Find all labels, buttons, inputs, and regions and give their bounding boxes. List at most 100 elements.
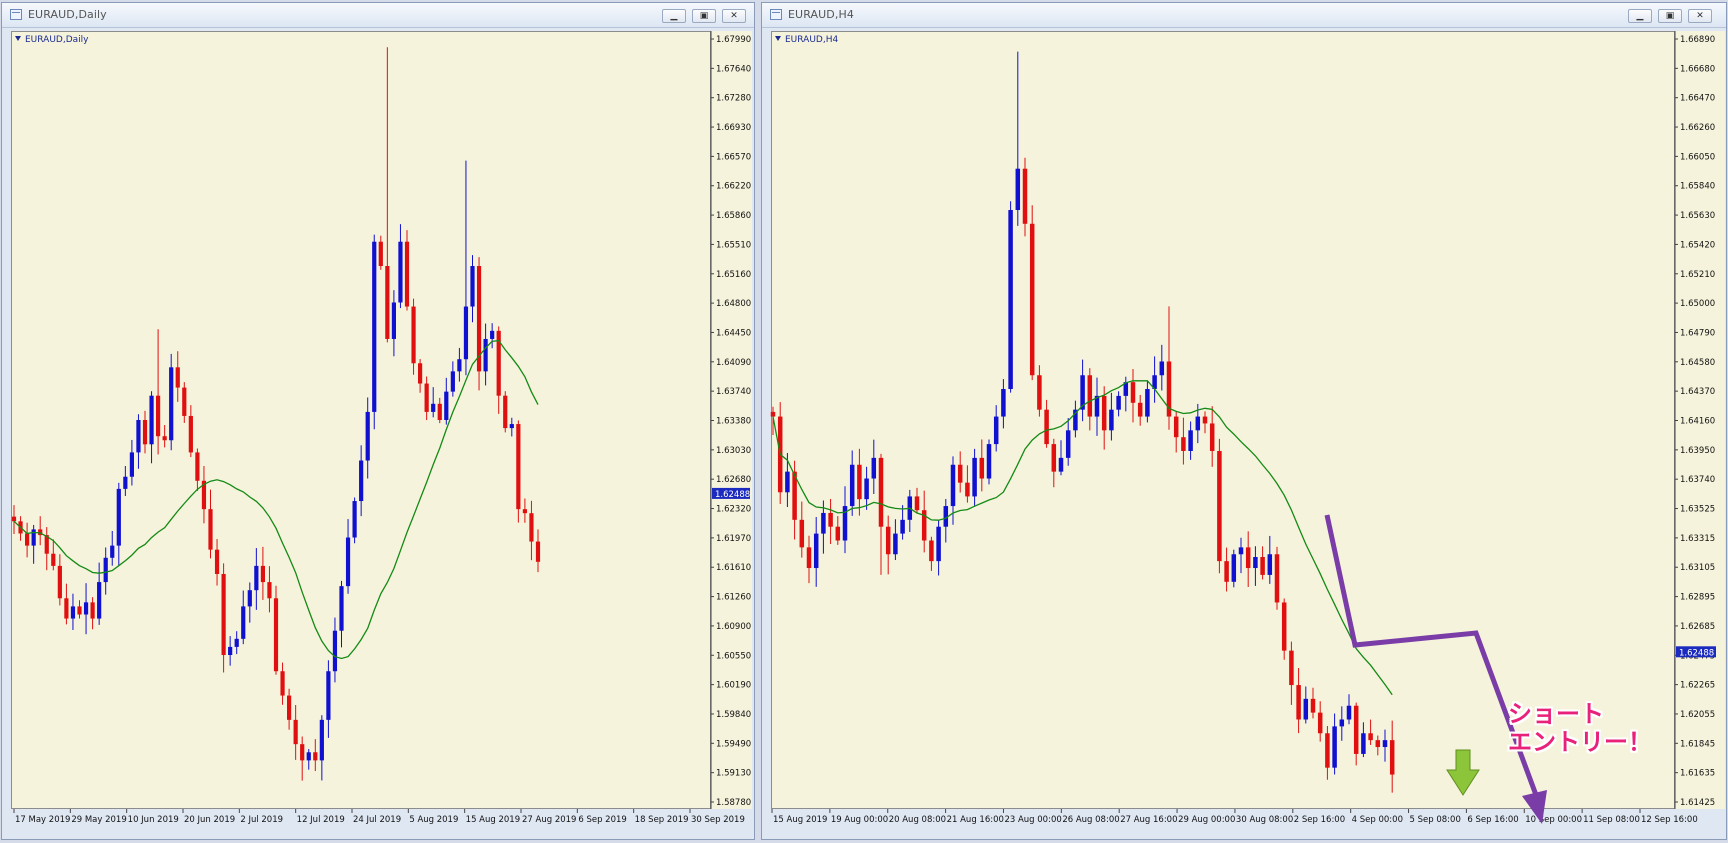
- y-tick-label: 1.62320: [716, 505, 751, 515]
- bull-candle-body: [1065, 430, 1071, 458]
- bear-candle-body: [300, 744, 305, 761]
- bull-candle-body: [1231, 554, 1237, 582]
- y-tick-label: 1.67280: [716, 94, 751, 104]
- bear-candle-body: [77, 606, 82, 615]
- bull-candle-body: [1332, 726, 1337, 768]
- bull-candle-body: [813, 533, 819, 569]
- bear-candle-body: [1245, 547, 1251, 569]
- bear-candle-body: [1022, 168, 1028, 224]
- bear-candle-body: [195, 452, 200, 481]
- bear-candle-body: [385, 266, 390, 339]
- y-tick-label: 1.60190: [716, 681, 751, 691]
- bear-candle-body: [188, 415, 193, 453]
- bear-candle-body: [221, 573, 226, 656]
- bear-candle-body: [1217, 450, 1222, 562]
- y-tick-label: 1.65630: [1680, 211, 1715, 221]
- bear-candle-body: [1209, 423, 1215, 451]
- x-tick-label: 20 Aug 08:00: [889, 815, 946, 825]
- y-tick-label: 1.61970: [716, 534, 751, 544]
- x-tick-label: 17 May 2019: [15, 815, 70, 825]
- x-tick-label: 11 Sep 08:00: [1583, 815, 1640, 825]
- bear-candle-body: [1375, 740, 1381, 748]
- bull-candle-body: [365, 411, 370, 461]
- y-tick-label: 1.66470: [1680, 94, 1715, 104]
- bear-candle-body: [142, 420, 148, 445]
- bear-candle-body: [503, 395, 508, 429]
- bull-candle-body: [83, 602, 89, 615]
- x-tick-label: 10 Sep 00:00: [1525, 815, 1582, 825]
- bull-candle-body: [463, 306, 469, 360]
- bull-candle-body: [986, 444, 992, 479]
- bull-candle-body: [241, 606, 246, 639]
- bear-candle-body: [516, 424, 521, 510]
- bear-candle-body: [1137, 402, 1143, 417]
- bull-candle-body: [993, 416, 999, 445]
- x-tick-label: 12 Jul 2019: [297, 815, 345, 825]
- bear-candle-body: [885, 526, 891, 555]
- bear-candle-body: [1296, 685, 1301, 720]
- x-tick-label: 6 Sep 16:00: [1467, 815, 1518, 825]
- bear-candle-body: [1051, 444, 1057, 472]
- y-tick-label: 1.64090: [716, 358, 751, 368]
- y-tick-label: 1.63740: [716, 387, 751, 397]
- x-tick-label: 4 Sep 00:00: [1352, 815, 1403, 825]
- bear-candle-body: [1037, 375, 1042, 410]
- bear-candle-body: [260, 565, 265, 583]
- bull-candle-body: [444, 391, 449, 420]
- bull-candle-body: [129, 452, 134, 477]
- bear-candle-body: [979, 457, 985, 479]
- y-tick-label: 1.65210: [1680, 270, 1715, 280]
- y-tick-label: 1.63315: [1680, 534, 1715, 544]
- bull-candle-body: [1145, 389, 1150, 417]
- bull-candle-body: [332, 630, 338, 672]
- bear-candle-body: [1274, 554, 1280, 603]
- x-tick-label: 29 Aug 00:00: [1178, 815, 1235, 825]
- bear-candle-body: [1101, 395, 1107, 431]
- y-tick-label: 1.61845: [1680, 739, 1715, 749]
- bear-candle-body: [1029, 223, 1035, 376]
- bear-candle-body: [437, 403, 442, 420]
- bear-candle-body: [835, 526, 841, 541]
- bull-candle-body: [893, 533, 898, 555]
- bull-candle-body: [1339, 719, 1345, 727]
- down-arrow-icon: [1446, 749, 1480, 796]
- y-tick-label: 1.64370: [1680, 387, 1715, 397]
- bear-candle-body: [273, 598, 279, 672]
- bull-candle-body: [1253, 557, 1258, 569]
- moving-average-line: [772, 380, 1393, 696]
- bull-candle-body: [228, 646, 233, 656]
- y-tick-label: 1.59130: [716, 769, 751, 779]
- bull-candle-body: [70, 606, 76, 619]
- bear-candle-body: [914, 496, 920, 511]
- bear-candle-body: [1202, 416, 1208, 424]
- y-tick-label: 1.61260: [716, 593, 751, 603]
- x-tick-label: 27 Aug 16:00: [1120, 815, 1177, 825]
- bull-candle-body: [1188, 430, 1193, 451]
- bull-candle-body: [1008, 210, 1013, 390]
- bear-candle-body: [214, 549, 220, 574]
- bull-candle-body: [1159, 361, 1165, 376]
- bull-candle-body: [1058, 457, 1064, 472]
- bear-candle-body: [90, 602, 95, 619]
- y-tick-label: 1.66260: [1680, 123, 1715, 133]
- y-tick-label: 1.65510: [716, 240, 751, 250]
- bear-candle-body: [1353, 705, 1359, 754]
- bull-candle-body: [1238, 547, 1244, 555]
- y-tick-label: 1.62265: [1680, 681, 1715, 691]
- bear-candle-body: [11, 516, 17, 522]
- short-entry-annotation: ショート エントリー！: [1508, 700, 1652, 756]
- y-tick-label: 1.61425: [1680, 798, 1715, 808]
- bear-candle-body: [208, 509, 213, 550]
- y-tick-label: 1.66220: [716, 182, 751, 192]
- bear-candle-body: [57, 565, 62, 599]
- y-tick-label: 1.65840: [1680, 182, 1715, 192]
- bear-candle-body: [411, 306, 416, 364]
- bull-candle-body: [1015, 168, 1021, 211]
- bull-candle-body: [372, 241, 377, 412]
- y-tick-label: 1.63030: [716, 446, 751, 456]
- y-tick-label: 1.61635: [1680, 769, 1715, 779]
- bull-candle-body: [900, 519, 905, 534]
- bull-candle-body: [391, 302, 396, 339]
- bear-candle-body: [1173, 416, 1179, 438]
- y-tick-label: 1.64790: [1680, 328, 1715, 338]
